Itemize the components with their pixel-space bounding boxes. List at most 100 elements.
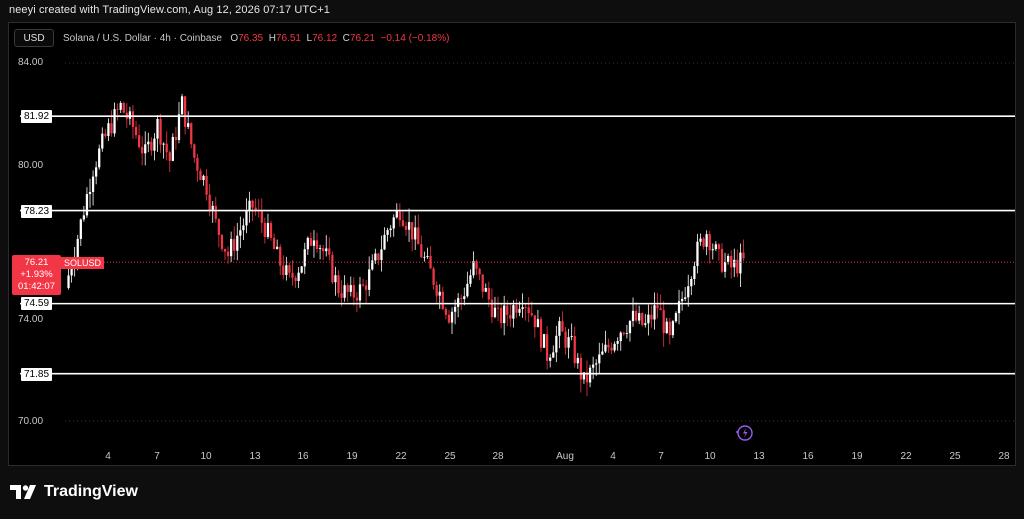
lightning-icon[interactable] [734,424,754,442]
candle-body [70,268,73,276]
candle-body [380,249,383,261]
candle-body [113,109,116,134]
candle-body [156,118,159,139]
time-tick-label: 13 [249,451,261,462]
candle-body [294,277,297,281]
candle-body [407,222,411,230]
level-label-78-23: 78.23 [21,205,53,218]
candle-body [653,305,656,320]
time-tick-label: 13 [753,451,765,462]
candle-body [187,123,190,127]
candle-body [233,239,236,251]
candlestick-chart[interactable] [0,0,1024,519]
candle-body [205,175,208,195]
candle-body [576,357,579,364]
level-label-74-59: 74.59 [21,297,53,310]
candle-body [447,314,451,323]
candle-body [512,305,515,319]
candle-body [128,111,132,119]
candle-body [726,255,730,262]
candle-body [374,253,377,261]
candle-body [361,284,365,286]
candle-body [610,347,613,351]
candle-body [82,215,86,220]
candle-body [521,307,524,309]
candle-body [144,144,147,154]
time-tick-label: 22 [900,451,912,462]
candle-body [549,357,552,361]
candle-body [527,307,530,314]
candle-body [248,200,251,212]
candle-body [714,244,717,250]
candle-body [404,225,408,230]
level-label-71-85: 71.85 [21,368,53,381]
candle-body [705,234,708,247]
candle-body [272,237,276,250]
candle-body [478,268,481,275]
time-tick-label: 16 [802,451,814,462]
candle-body [435,284,438,296]
candle-body [199,170,202,181]
candle-body [116,109,119,110]
price-tick-84: 84.00 [18,57,44,68]
candle-body [432,268,435,285]
candle-body [411,222,414,240]
last-price-label: 76.21 +1.93% 01:42:07 [12,255,61,295]
candle-body [441,291,444,309]
candle-body [85,194,89,216]
candle-body [742,252,745,259]
candle-body [693,266,696,280]
candle-body [530,313,533,316]
candle-body [708,234,711,251]
candle-body [472,261,475,276]
candle-body [567,337,570,348]
candle-body [297,272,300,281]
candle-body [641,313,644,325]
candle-body [518,308,521,313]
candle-body [668,321,671,336]
candle-body [622,332,625,334]
time-tick-label: 19 [346,451,358,462]
candle-body [162,143,165,145]
candle-body [95,167,98,177]
candle-body [625,333,629,334]
candle-body [318,248,322,250]
candle-body [457,298,460,307]
candle-body [171,136,174,161]
candle-body [671,321,675,336]
time-tick-label: 10 [704,451,716,462]
candle-body [137,135,141,148]
candle-body [423,256,426,258]
candle-body [634,310,638,321]
candle-body [536,319,540,328]
candle-body [539,319,543,348]
candle-body [656,305,659,309]
candle-body [460,298,463,300]
candle-body [226,251,230,257]
bar-countdown: 01:42:07 [18,281,55,292]
candle-body [150,141,153,151]
candle-body [561,321,564,332]
candle-body [607,344,610,348]
candle-body [533,315,536,328]
candle-body [638,313,641,321]
candle-body [466,283,469,297]
price-tick-74: 74.00 [18,314,44,325]
candle-body [699,238,702,242]
time-tick-label: 10 [200,451,212,462]
tradingview-logo[interactable]: TradingView [10,483,138,501]
candle-body [306,237,309,250]
candle-body [217,219,220,236]
candle-body [269,223,273,238]
candle-body [680,298,684,302]
candle-body [263,222,267,237]
candle-body [414,227,417,240]
candle-body [420,244,423,258]
candle-body [720,249,724,272]
candle-body [601,351,604,355]
time-tick-label: 19 [851,451,863,462]
candle-body [484,287,487,292]
price-tick-80: 80.00 [18,160,44,171]
candle-body [177,114,181,140]
candle-body [499,307,503,324]
